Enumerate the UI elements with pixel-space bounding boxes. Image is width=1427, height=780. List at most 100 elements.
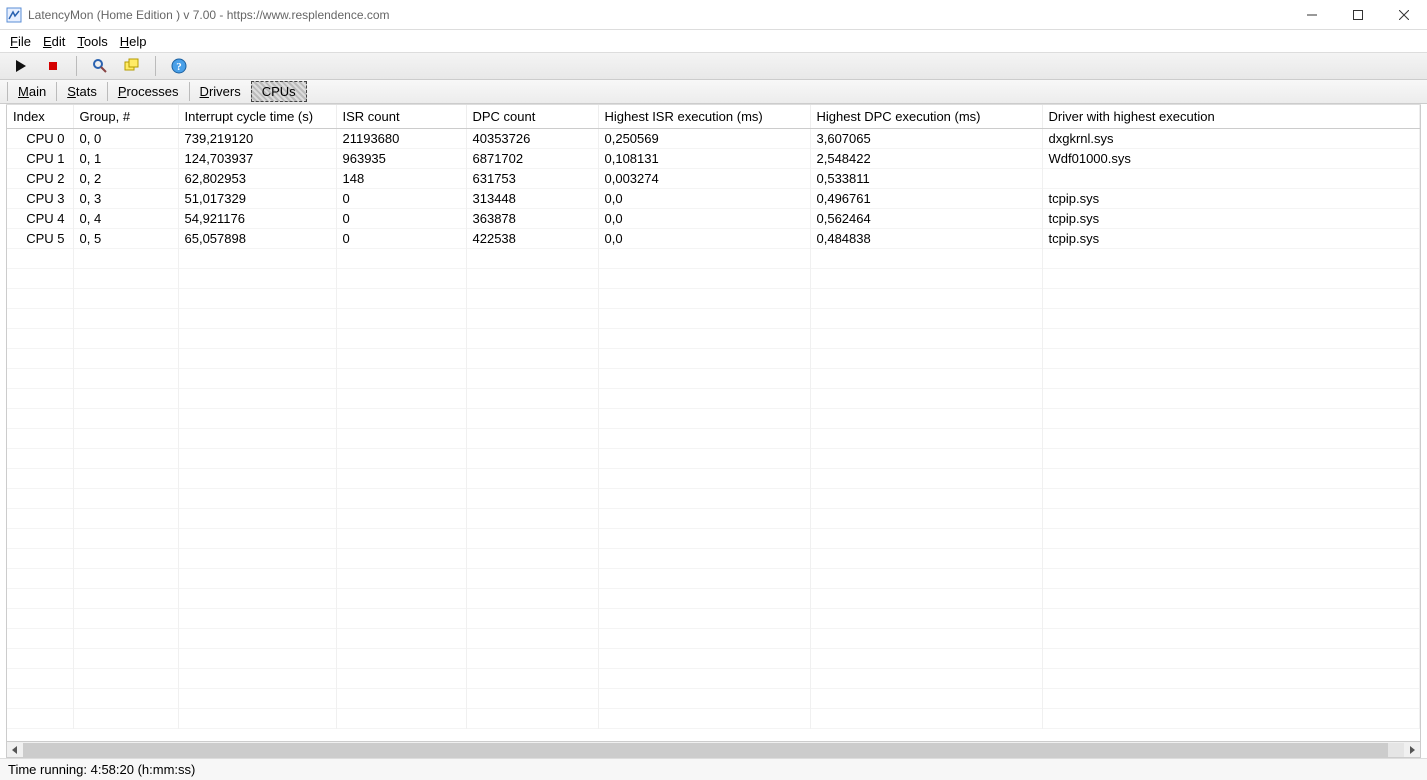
- col-interrupt[interactable]: Interrupt cycle time (s): [178, 105, 336, 129]
- cell: 40353726: [466, 129, 598, 149]
- svg-text:?: ?: [176, 61, 182, 73]
- table-row: [7, 549, 1420, 569]
- table-row: [7, 469, 1420, 489]
- cell: 739,219120: [178, 129, 336, 149]
- table-row: [7, 449, 1420, 469]
- windows-button[interactable]: [121, 55, 143, 77]
- cell: 6871702: [466, 149, 598, 169]
- data-grid[interactable]: Index Group, # Interrupt cycle time (s) …: [6, 105, 1421, 742]
- maximize-button[interactable]: [1335, 0, 1381, 30]
- stop-button[interactable]: [42, 55, 64, 77]
- table-row: [7, 689, 1420, 709]
- minimize-button[interactable]: [1289, 0, 1335, 30]
- menu-edit[interactable]: Edit: [43, 34, 65, 49]
- cell: CPU 0: [7, 129, 73, 149]
- cell: tcpip.sys: [1042, 209, 1420, 229]
- cell: 62,802953: [178, 169, 336, 189]
- cell: 0,250569: [598, 129, 810, 149]
- table-row: [7, 269, 1420, 289]
- cell: CPU 1: [7, 149, 73, 169]
- cell: 54,921176: [178, 209, 336, 229]
- table-row: [7, 409, 1420, 429]
- col-isr[interactable]: ISR count: [336, 105, 466, 129]
- cell: CPU 3: [7, 189, 73, 209]
- horizontal-scrollbar[interactable]: [6, 742, 1421, 758]
- table-row: [7, 429, 1420, 449]
- titlebar[interactable]: LatencyMon (Home Edition ) v 7.00 - http…: [0, 0, 1427, 30]
- toolbar-separator: [76, 56, 77, 76]
- col-group[interactable]: Group, #: [73, 105, 178, 129]
- cell: 631753: [466, 169, 598, 189]
- cell: 51,017329: [178, 189, 336, 209]
- window-title: LatencyMon (Home Edition ) v 7.00 - http…: [28, 8, 390, 22]
- cell: 313448: [466, 189, 598, 209]
- col-driver[interactable]: Driver with highest execution: [1042, 105, 1420, 129]
- table-row: [7, 329, 1420, 349]
- cell: Wdf01000.sys: [1042, 149, 1420, 169]
- tab-drivers[interactable]: Drivers: [189, 82, 252, 101]
- table-row: [7, 589, 1420, 609]
- table-row[interactable]: CPU 20, 262,8029531486317530,0032740,533…: [7, 169, 1420, 189]
- table-row: [7, 369, 1420, 389]
- menu-tools[interactable]: Tools: [77, 34, 107, 49]
- cell: 0: [336, 229, 466, 249]
- search-button[interactable]: [89, 55, 111, 77]
- menubar: File Edit Tools Help: [0, 30, 1427, 52]
- cell: 422538: [466, 229, 598, 249]
- play-button[interactable]: [10, 55, 32, 77]
- cell: [1042, 169, 1420, 189]
- cell: 0,0: [598, 189, 810, 209]
- cell: CPU 4: [7, 209, 73, 229]
- col-hdpc[interactable]: Highest DPC execution (ms): [810, 105, 1042, 129]
- cell: 3,607065: [810, 129, 1042, 149]
- cell: 0: [336, 209, 466, 229]
- table-row: [7, 529, 1420, 549]
- table-row: [7, 509, 1420, 529]
- cell: 0, 4: [73, 209, 178, 229]
- cell: CPU 5: [7, 229, 73, 249]
- menu-help[interactable]: Help: [120, 34, 147, 49]
- tab-main[interactable]: Main: [7, 82, 57, 101]
- scroll-left-button[interactable]: [7, 743, 23, 757]
- table-row: [7, 629, 1420, 649]
- cell: 124,703937: [178, 149, 336, 169]
- scroll-right-button[interactable]: [1404, 743, 1420, 757]
- table-row[interactable]: CPU 00, 0739,21912021193680403537260,250…: [7, 129, 1420, 149]
- scroll-track[interactable]: [23, 743, 1404, 757]
- cell: 65,057898: [178, 229, 336, 249]
- tab-cpus[interactable]: CPUs: [251, 81, 307, 102]
- tabbar: Main Stats Processes Drivers CPUs: [0, 80, 1427, 104]
- table-row[interactable]: CPU 10, 1124,70393796393568717020,108131…: [7, 149, 1420, 169]
- col-hisr[interactable]: Highest ISR execution (ms): [598, 105, 810, 129]
- table-row[interactable]: CPU 40, 454,92117603638780,00,562464tcpi…: [7, 209, 1420, 229]
- cell: tcpip.sys: [1042, 189, 1420, 209]
- close-button[interactable]: [1381, 0, 1427, 30]
- table-row[interactable]: CPU 30, 351,01732903134480,00,496761tcpi…: [7, 189, 1420, 209]
- table-row: [7, 489, 1420, 509]
- scroll-thumb[interactable]: [23, 743, 1388, 757]
- cell: 0, 1: [73, 149, 178, 169]
- table-row: [7, 709, 1420, 729]
- toolbar: ?: [0, 52, 1427, 80]
- statusbar: Time running: 4:58:20 (h:mm:ss): [0, 758, 1427, 780]
- table-row: [7, 649, 1420, 669]
- window-controls: [1289, 0, 1427, 30]
- table-row: [7, 249, 1420, 269]
- col-index[interactable]: Index: [7, 105, 73, 129]
- table-row: [7, 389, 1420, 409]
- cell: 0,484838: [810, 229, 1042, 249]
- cell: 0, 3: [73, 189, 178, 209]
- table-row: [7, 569, 1420, 589]
- menu-file[interactable]: File: [10, 34, 31, 49]
- cell: 0, 5: [73, 229, 178, 249]
- cell: 148: [336, 169, 466, 189]
- tab-stats[interactable]: Stats: [56, 82, 108, 101]
- cell: 0,0: [598, 229, 810, 249]
- help-button[interactable]: ?: [168, 55, 190, 77]
- cell: 963935: [336, 149, 466, 169]
- table-row[interactable]: CPU 50, 565,05789804225380,00,484838tcpi…: [7, 229, 1420, 249]
- header-row[interactable]: Index Group, # Interrupt cycle time (s) …: [7, 105, 1420, 129]
- col-dpc[interactable]: DPC count: [466, 105, 598, 129]
- cell: 0,496761: [810, 189, 1042, 209]
- tab-processes[interactable]: Processes: [107, 82, 190, 101]
